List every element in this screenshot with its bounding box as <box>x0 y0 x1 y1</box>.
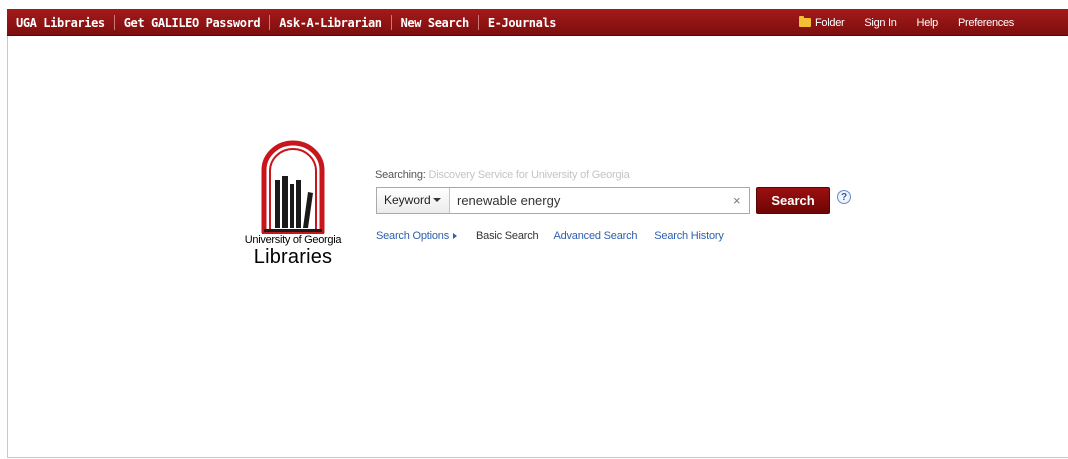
nav-new-search[interactable]: New Search <box>392 16 478 30</box>
nav-get-galileo-password[interactable]: Get GALILEO Password <box>115 16 270 30</box>
folder-icon <box>799 15 811 27</box>
basic-search-link[interactable]: Basic Search <box>476 230 539 242</box>
preferences-link[interactable]: Preferences <box>958 17 1014 29</box>
utility-nav: Folder Sign In Help Preferences <box>799 9 1014 36</box>
searching-target: Discovery Service for University of Geor… <box>428 169 630 181</box>
help-icon[interactable]: ? <box>837 190 851 204</box>
triangle-right-icon <box>453 233 458 239</box>
search-options-label: Search Options <box>376 230 450 242</box>
top-nav-bar: UGA Libraries Get GALILEO Password Ask-A… <box>7 9 1068 36</box>
search-history-link[interactable]: Search History <box>654 230 724 242</box>
search-input[interactable] <box>457 188 727 213</box>
logo-caption: University of Georgia <box>244 234 342 246</box>
search-field-select[interactable]: Keyword <box>377 188 450 213</box>
folder-label: Folder <box>815 16 845 29</box>
searching-indicator: Searching: Discovery Service for Univers… <box>375 169 630 181</box>
logo-wordmark: Libraries <box>253 246 333 268</box>
search-links-row: Search Options Basic Search Advanced Sea… <box>376 229 724 243</box>
nav-uga-libraries[interactable]: UGA Libraries <box>7 16 114 30</box>
advanced-search-link[interactable]: Advanced Search <box>553 230 637 242</box>
clear-icon[interactable]: × <box>733 188 741 213</box>
search-button[interactable]: Search <box>756 187 830 214</box>
nav-divider <box>477 15 479 30</box>
primary-nav: UGA Libraries Get GALILEO Password Ask-A… <box>7 9 565 36</box>
search-options-link[interactable]: Search Options <box>376 230 458 242</box>
field-select-label: Keyword <box>384 193 431 207</box>
nav-ask-a-librarian[interactable]: Ask-A-Librarian <box>270 16 390 30</box>
nav-divider <box>390 15 392 30</box>
help-link[interactable]: Help <box>917 17 939 29</box>
caret-down-icon <box>432 198 441 202</box>
nav-divider <box>269 15 271 30</box>
searching-label: Searching: <box>375 169 426 181</box>
folder-link[interactable]: Folder <box>799 15 845 29</box>
sign-in-link[interactable]: Sign In <box>864 17 896 29</box>
search-box: Keyword × <box>376 187 750 214</box>
nav-e-journals[interactable]: E-Journals <box>479 16 565 30</box>
nav-divider <box>113 15 115 30</box>
